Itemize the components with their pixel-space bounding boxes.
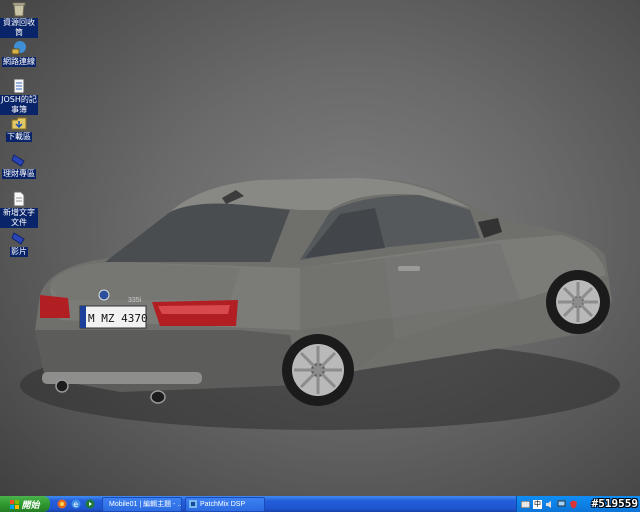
task-label: Mobile01 | 編輯主題 - ... [109, 501, 182, 508]
license-plate-text: M MZ 4370 [88, 312, 148, 325]
desktop-icon-video[interactable]: 影片 [0, 230, 38, 257]
start-label: 開始 [21, 499, 40, 510]
watermark-id: #519559 [591, 497, 638, 510]
desktop-icon-recycle-bin[interactable]: 資源回收筒 [0, 1, 38, 38]
text-document-icon [11, 191, 27, 207]
keyboard-icon[interactable] [521, 500, 530, 509]
desktop-icon-label: 網路連線 [2, 57, 36, 67]
video-icon [11, 230, 27, 246]
task-label: PatchMix DSP [200, 500, 246, 508]
quicklaunch-browser-icon[interactable] [56, 498, 68, 510]
downloads-icon [11, 115, 27, 131]
desktop-icon-label: 下載區 [6, 132, 32, 142]
patchmix-icon [189, 500, 197, 508]
wallpaper-car-image: M MZ 4370 335i [20, 178, 620, 430]
network-icon[interactable] [557, 500, 566, 509]
desktop-icon-network-connections[interactable]: 網路連線 [0, 40, 38, 67]
notebook-icon [11, 78, 27, 94]
desktop-icon-label: JOSH的記事簿 [0, 95, 38, 115]
taskbar-task-patchmix[interactable]: PatchMix DSP [185, 496, 265, 512]
start-button[interactable]: 開始 [0, 496, 50, 512]
system-tray: 中 #519559 [516, 496, 640, 512]
desktop-icon-label: 資源回收筒 [0, 18, 38, 38]
taskbar: 開始 e Mobile01 | 編輯主題 - ... PatchMix DSP … [0, 496, 640, 512]
ime-indicator[interactable]: 中 [533, 499, 542, 509]
svg-text:e: e [73, 500, 78, 509]
desktop-icon-new-text-document[interactable]: 新增文字文件 [0, 191, 38, 228]
desktop-icon-josh-notebook[interactable]: JOSH的記事簿 [0, 78, 38, 115]
taskbar-task-mobile01[interactable]: Mobile01 | 編輯主題 - ... [102, 496, 182, 512]
quicklaunch-media-icon[interactable] [84, 498, 96, 510]
desktop-icon-finance[interactable]: 理財專區 [0, 152, 38, 179]
security-icon[interactable] [569, 500, 578, 509]
quicklaunch-ie-icon[interactable]: e [70, 498, 82, 510]
model-badge-text: 335i [128, 297, 142, 304]
windows-logo-icon [10, 499, 20, 509]
desktop-icon-downloads[interactable]: 下載區 [0, 115, 38, 142]
desktop-icon-label: 理財專區 [2, 169, 36, 179]
network-connections-icon [11, 40, 27, 56]
sound-icon[interactable] [545, 500, 554, 509]
desktop-icon-label: 新增文字文件 [0, 208, 38, 228]
recycle-bin-icon [11, 1, 27, 17]
desktop-icon-label: 影片 [10, 247, 28, 257]
finance-icon [11, 152, 27, 168]
